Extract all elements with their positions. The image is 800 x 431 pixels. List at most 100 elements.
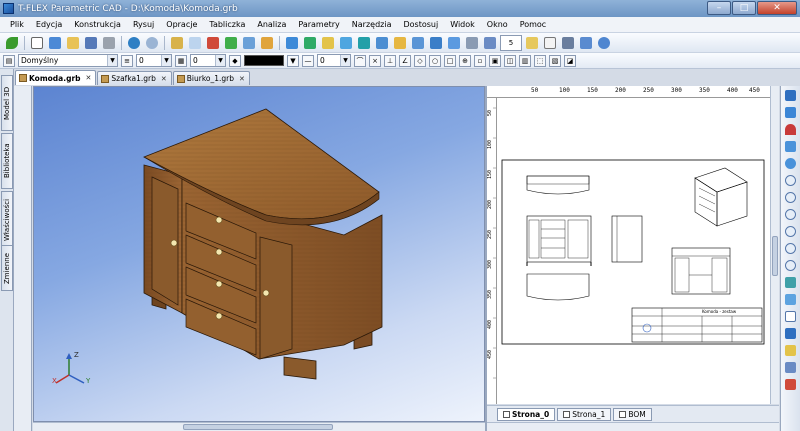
- snap-icon-11[interactable]: ◫: [504, 54, 516, 67]
- zoom-previous-icon[interactable]: [783, 258, 799, 272]
- snap-icon-3[interactable]: ⊥: [384, 54, 396, 67]
- view-cube-icon[interactable]: [783, 275, 799, 289]
- zoom-window-icon[interactable]: [783, 207, 799, 221]
- color-dropdown-icon[interactable]: ▼: [287, 54, 299, 67]
- zoom-in-icon[interactable]: [783, 173, 799, 187]
- move-icon[interactable]: [783, 105, 799, 119]
- print-icon[interactable]: [101, 35, 117, 51]
- sweep-icon[interactable]: [338, 35, 354, 51]
- snap-icon-7[interactable]: □: [444, 54, 456, 67]
- close-tab-icon[interactable]: ✕: [239, 75, 245, 83]
- snap-icon-4[interactable]: ∠: [399, 54, 411, 67]
- tab-strona-1[interactable]: Strona_1: [557, 407, 612, 421]
- app-icon[interactable]: [3, 3, 14, 14]
- drawing-sheet[interactable]: Komoda - zestaw: [497, 98, 770, 404]
- snap-icon-2[interactable]: ×: [369, 54, 381, 67]
- menu-analiza[interactable]: Analiza: [251, 20, 292, 29]
- menu-opracje[interactable]: Opracje: [160, 20, 203, 29]
- close-button[interactable]: ✕: [757, 1, 797, 15]
- minimize-button[interactable]: –: [707, 1, 731, 15]
- layer-icon[interactable]: ▤: [3, 54, 15, 67]
- section-icon[interactable]: [783, 326, 799, 340]
- sketch-icon[interactable]: [187, 35, 203, 51]
- color-picker-icon[interactable]: ◆: [229, 54, 241, 67]
- zoom-input[interactable]: 5: [500, 34, 522, 51]
- snap-icon-5[interactable]: ◇: [414, 54, 426, 67]
- menu-narzedzia[interactable]: Narzędzia: [346, 20, 398, 29]
- tab-wlasciwosci[interactable]: Właściwości: [1, 191, 13, 249]
- menu-pomoc[interactable]: Pomoc: [514, 20, 553, 29]
- snap-icon-10[interactable]: ▣: [489, 54, 501, 67]
- viewport-3d[interactable]: Z X Y: [33, 86, 485, 422]
- close-tab-icon[interactable]: ✕: [161, 75, 167, 83]
- boolean-icon[interactable]: [356, 35, 372, 51]
- scroll-thumb[interactable]: [772, 236, 778, 276]
- menu-dostosuj[interactable]: Dostosuj: [398, 20, 445, 29]
- view-icon[interactable]: [482, 35, 498, 51]
- help-icon[interactable]: [596, 35, 612, 51]
- tab-biurko1[interactable]: Biurko_1.grb ✕: [172, 71, 250, 85]
- confirm-icon[interactable]: [4, 35, 20, 51]
- menu-widok[interactable]: Widok: [444, 20, 481, 29]
- snap-icon-1[interactable]: ⌒: [354, 54, 366, 67]
- snap-icon-8[interactable]: ⊕: [459, 54, 471, 67]
- menu-parametry[interactable]: Parametry: [292, 20, 345, 29]
- tab-zmienne[interactable]: Zmienne: [1, 245, 13, 291]
- sheet-horizontal-scrollbar[interactable]: [487, 422, 779, 431]
- report-icon[interactable]: [542, 35, 558, 51]
- measure-icon[interactable]: [464, 35, 480, 51]
- snap-icon-6[interactable]: ○: [429, 54, 441, 67]
- open-folder-icon[interactable]: [65, 35, 81, 51]
- line-style-select[interactable]: 0 ▼: [317, 54, 351, 67]
- workplane-icon[interactable]: [223, 35, 239, 51]
- fillet-icon[interactable]: [374, 35, 390, 51]
- axis-icon[interactable]: [241, 35, 257, 51]
- tab-strona-0[interactable]: Strona_0: [497, 407, 556, 421]
- shading-icon[interactable]: [783, 292, 799, 306]
- tab-szafka1[interactable]: Szafka1.grb ✕: [97, 71, 172, 85]
- maximize-button[interactable]: □: [732, 1, 756, 15]
- menu-tabliczka[interactable]: Tabliczka: [203, 20, 251, 29]
- render-icon[interactable]: [783, 377, 799, 391]
- rotate-icon[interactable]: [302, 35, 318, 51]
- magnet-icon[interactable]: [783, 122, 799, 136]
- tab-komoda[interactable]: Komoda.grb ✕: [15, 70, 97, 85]
- viewport-horizontal-scrollbar[interactable]: [33, 422, 485, 431]
- array-icon[interactable]: [428, 35, 444, 51]
- chamfer-icon[interactable]: [392, 35, 408, 51]
- menu-plik[interactable]: Plik: [4, 20, 30, 29]
- menu-okno[interactable]: Okno: [481, 20, 514, 29]
- level-select[interactable]: 0 ▼: [190, 54, 226, 67]
- light-icon[interactable]: [783, 343, 799, 357]
- style-select[interactable]: Domyślny ▼: [18, 54, 118, 67]
- pan-icon[interactable]: [783, 139, 799, 153]
- shell-icon[interactable]: [410, 35, 426, 51]
- tab-bom[interactable]: BOM: [613, 407, 652, 421]
- zoom-fit-icon[interactable]: [783, 224, 799, 238]
- loft-icon[interactable]: [320, 35, 336, 51]
- menu-rysuj[interactable]: Rysuj: [127, 20, 160, 29]
- new-document-icon[interactable]: [29, 35, 45, 51]
- lcs-icon[interactable]: [259, 35, 275, 51]
- wireframe-icon[interactable]: [783, 309, 799, 323]
- tab-biblioteka[interactable]: Biblioteka: [1, 133, 13, 189]
- link-icon[interactable]: [560, 35, 576, 51]
- extrude-icon[interactable]: [284, 35, 300, 51]
- line-style-icon[interactable]: —: [302, 54, 314, 67]
- tab-model-3d[interactable]: Model 3D: [1, 75, 13, 131]
- close-tab-icon[interactable]: ✕: [86, 74, 92, 82]
- node-icon[interactable]: [205, 35, 221, 51]
- level-icon[interactable]: ▦: [175, 54, 187, 67]
- body-icon[interactable]: [446, 35, 462, 51]
- color-swatch[interactable]: [244, 55, 284, 66]
- edit-icon[interactable]: [578, 35, 594, 51]
- scroll-thumb[interactable]: [183, 424, 333, 430]
- zoom-out-icon[interactable]: [783, 190, 799, 204]
- save-icon[interactable]: [83, 35, 99, 51]
- snap-icon-13[interactable]: ⬚: [534, 54, 546, 67]
- zoom-all-icon[interactable]: [783, 241, 799, 255]
- line-width-select[interactable]: 0 ▼: [136, 54, 172, 67]
- sheet-vertical-scrollbar[interactable]: [770, 86, 779, 404]
- snap-icon-15[interactable]: ◪: [564, 54, 576, 67]
- snap-icon-12[interactable]: ▥: [519, 54, 531, 67]
